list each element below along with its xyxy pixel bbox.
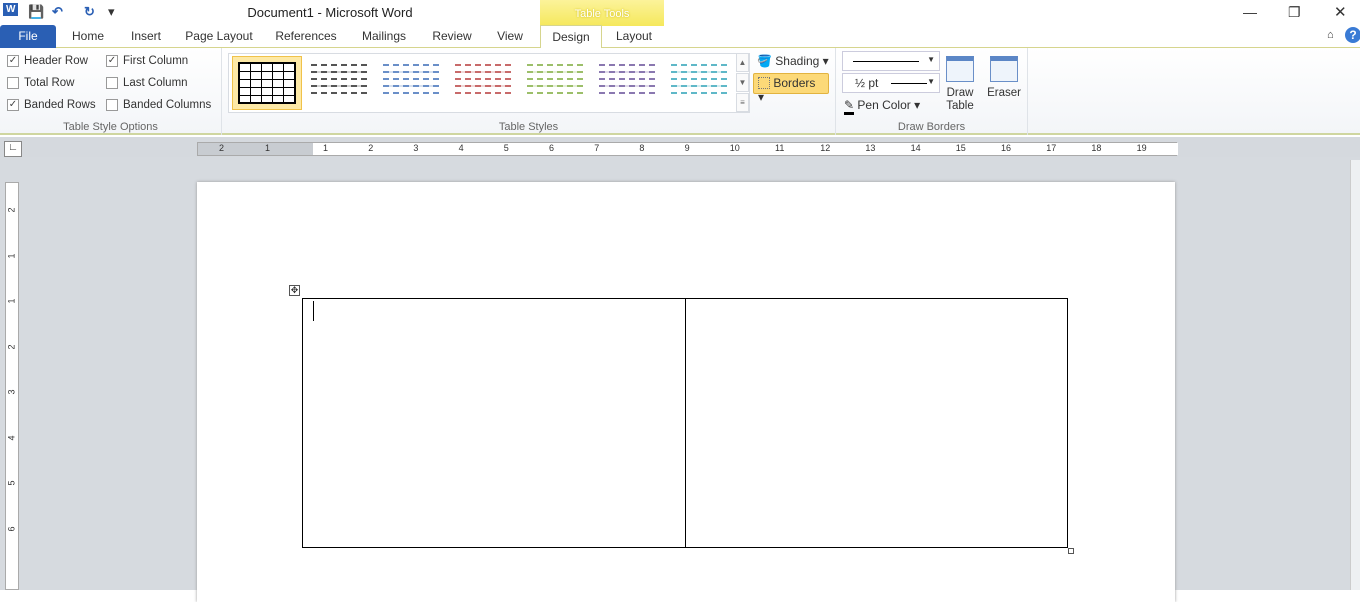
table-style-option[interactable] [379, 59, 443, 107]
total-row-checkbox[interactable]: Total Row [7, 77, 75, 89]
ruler-number: 2 [6, 343, 17, 350]
line-weight-dropdown[interactable]: ½ pt ▼ [842, 73, 940, 93]
draw-table-button[interactable]: Draw Table [944, 56, 976, 113]
group-label: Draw Borders [897, 121, 966, 133]
ruler-number: 12 [820, 143, 831, 153]
tab-mailings[interactable]: Mailings [352, 25, 416, 48]
tab-review[interactable]: Review [424, 25, 480, 48]
ruler-number: 1 [323, 143, 329, 153]
gallery-more-button[interactable]: ≡ [736, 93, 749, 112]
ruler-number: 9 [684, 143, 690, 153]
draw-borders-group: ▼ ½ pt ▼ ✎ Pen Color ▾ Draw Table Eraser … [836, 48, 1028, 135]
header-row-checkbox[interactable]: ✓ Header Row [7, 55, 88, 67]
shading-button[interactable]: 🪣 Shading ▾ [757, 54, 829, 68]
ruler-number: 3 [413, 143, 419, 153]
ruler-number: 3 [6, 389, 17, 395]
first-column-checkbox[interactable]: ✓ First Column [106, 55, 188, 67]
ruler-number: 10 [729, 143, 740, 153]
table[interactable] [302, 298, 1068, 548]
table-style-grid[interactable] [232, 56, 302, 110]
tab-references[interactable]: References [268, 25, 344, 48]
banded-rows-checkbox[interactable]: ✓ Banded Rows [7, 99, 96, 111]
ruler-number: 5 [503, 143, 509, 153]
ruler-number: 4 [458, 143, 464, 153]
restore-button[interactable]: ❐ [1288, 4, 1301, 21]
tab-page-layout[interactable]: Page Layout [180, 25, 258, 48]
tab-design[interactable]: Design [540, 25, 602, 49]
ruler-number: 6 [6, 525, 17, 532]
ruler-number: 8 [639, 143, 645, 153]
ruler-number: 7 [594, 143, 600, 153]
eraser-button[interactable]: Eraser [984, 56, 1024, 99]
table-move-handle-icon[interactable]: ✥ [289, 285, 300, 296]
banded-columns-checkbox[interactable]: Banded Columns [106, 99, 211, 111]
table-cell[interactable] [303, 299, 685, 547]
ruler-number: 2 [219, 143, 225, 153]
ruler-number: 5 [6, 480, 17, 486]
line-style-dropdown[interactable]: ▼ [842, 51, 940, 71]
horizontal-ruler[interactable]: 2 1 1 2 3 4 5 6 7 8 9 10 11 12 13 14 15 16 17 18 19 [197, 142, 1178, 156]
tab-insert[interactable]: Insert [120, 25, 172, 48]
table-resize-handle[interactable] [1068, 548, 1074, 554]
vertical-scrollbar[interactable] [1350, 160, 1360, 590]
ribbon: ✓ Header Row Total Row ✓ Banded Rows ✓ Firs… [0, 48, 1360, 135]
tab-file[interactable]: File [0, 25, 56, 48]
ruler-number: 17 [1046, 143, 1057, 153]
draw-table-icon [946, 56, 974, 82]
last-column-checkbox[interactable]: Last Column [106, 77, 188, 89]
ruler-number: 2 [368, 143, 374, 153]
title-bar: W 💾 ↶ ↻ ▾ Document1 - Microsoft Word Tab… [0, 0, 1360, 26]
tab-view[interactable]: View [488, 25, 532, 48]
table-tools-label: Table Tools [540, 0, 664, 26]
group-label: Table Style Options [63, 121, 158, 133]
tab-layout[interactable]: Layout [604, 25, 664, 48]
pen-color-button[interactable]: ✎ Pen Color ▾ [844, 98, 920, 115]
pen-icon: ✎ [844, 98, 855, 115]
minimize-ribbon-icon[interactable]: ⌂ [1327, 29, 1334, 41]
minimize-button[interactable]: — [1243, 4, 1257, 20]
ruler-number: 13 [865, 143, 876, 153]
gallery-down-button[interactable]: ▼ [736, 73, 749, 92]
table-cell[interactable] [684, 299, 1068, 547]
help-icon[interactable]: ? [1345, 27, 1360, 43]
ruler-number: 11 [775, 143, 785, 153]
ruler-number: 1 [265, 143, 271, 153]
tab-selector-button[interactable]: ∟ [4, 141, 22, 157]
ruler-number: 14 [910, 143, 921, 153]
ribbon-tabs: File Home Insert Page Layout References … [0, 25, 1360, 49]
ruler-number: 1 [6, 298, 17, 304]
table-style-option[interactable] [451, 59, 515, 107]
table-style-option[interactable] [595, 59, 659, 107]
borders-button[interactable]: Borders ▾ [753, 73, 829, 104]
tab-home[interactable]: Home [62, 25, 114, 48]
gallery-up-button[interactable]: ▲ [736, 53, 749, 72]
close-button[interactable]: ✕ [1334, 3, 1347, 21]
ruler-number: 15 [955, 143, 966, 153]
ruler-number: 4 [6, 434, 17, 441]
table-style-options-group: ✓ Header Row Total Row ✓ Banded Rows ✓ Firs… [0, 48, 222, 135]
table-style-option[interactable] [523, 59, 587, 107]
ruler-number: 6 [549, 143, 555, 153]
borders-icon [758, 77, 770, 89]
ruler-number: 18 [1091, 143, 1102, 153]
text-cursor [313, 301, 314, 321]
paint-bucket-icon: 🪣 [757, 54, 772, 68]
ruler-number: 2 [6, 207, 17, 213]
group-label: Table Styles [498, 121, 559, 133]
ruler-number: 1 [6, 252, 17, 259]
ruler-number: 16 [1001, 143, 1012, 153]
vertical-ruler[interactable]: 2 1 1 2 3 4 5 6 [5, 182, 19, 590]
table-style-option[interactable] [307, 59, 371, 107]
table-styles-gallery [228, 53, 750, 113]
ruler-number: 19 [1136, 143, 1147, 153]
table-style-option[interactable] [667, 59, 731, 107]
eraser-icon [990, 56, 1018, 82]
